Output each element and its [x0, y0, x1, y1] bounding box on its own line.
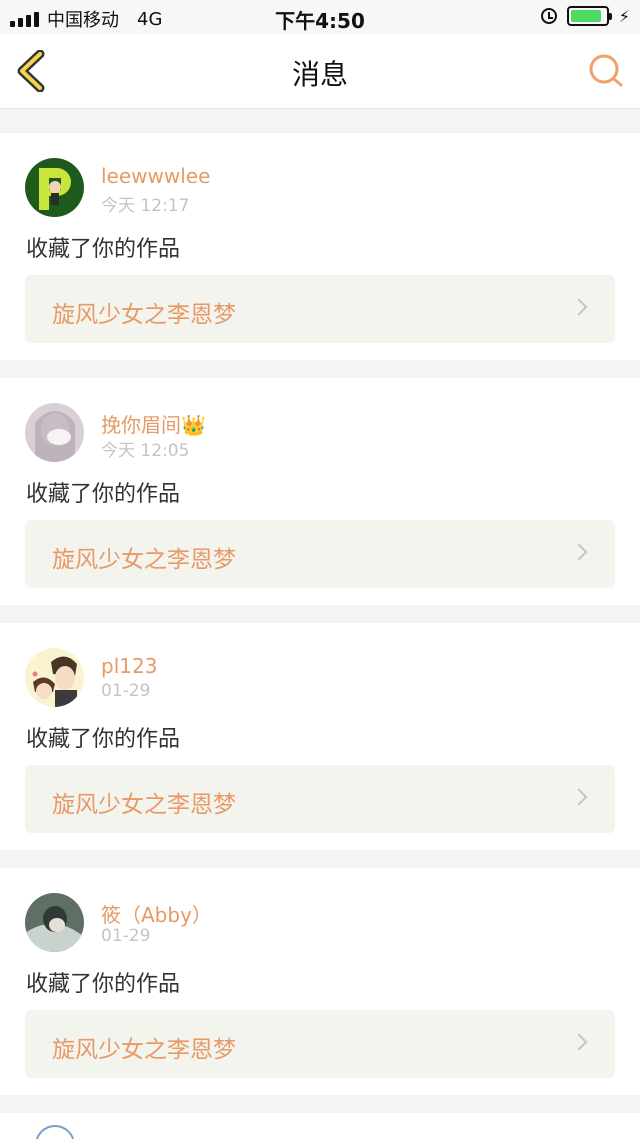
username[interactable]: 筱（Abby） [101, 899, 212, 928]
work-link[interactable]: 旋风少女之李恩梦 [25, 1010, 615, 1078]
avatar[interactable] [25, 158, 84, 217]
avatar[interactable] [25, 403, 84, 462]
username[interactable]: pl123 [101, 654, 157, 678]
timestamp: 01-29 [101, 681, 151, 701]
search-button[interactable] [586, 50, 626, 90]
action-text: 收藏了你的作品 [26, 482, 181, 507]
work-title: 旋风少女之李恩梦 [52, 547, 236, 573]
action-text: 收藏了你的作品 [26, 237, 181, 262]
message-card: 挽你眉间👑 今天 12:05 收藏了你的作品 旋风少女之李恩梦 [0, 378, 640, 605]
work-link[interactable]: 旋风少女之李恩梦 [25, 275, 615, 343]
message-list: leewwwlee 今天 12:17 收藏了你的作品 旋风少女之李恩梦 挽你眉间… [0, 133, 640, 1139]
message-card: leewwwlee 今天 12:17 收藏了你的作品 旋风少女之李恩梦 [0, 133, 640, 360]
action-text: 收藏了你的作品 [26, 727, 181, 752]
timestamp: 今天 12:17 [101, 196, 190, 216]
work-title: 旋风少女之李恩梦 [52, 792, 236, 818]
message-card: pl123 01-29 收藏了你的作品 旋风少女之李恩梦 [0, 623, 640, 850]
work-title: 旋风少女之李恩梦 [52, 1037, 236, 1063]
avatar[interactable] [25, 648, 84, 707]
chevron-right-icon [570, 543, 588, 561]
search-icon [589, 54, 623, 87]
alarm-clock-icon [540, 8, 557, 24]
avatar[interactable] [35, 1125, 75, 1139]
timestamp: 今天 12:05 [101, 441, 190, 461]
chevron-right-icon [570, 298, 588, 316]
nav-bar: 消息 [0, 34, 640, 109]
username[interactable]: 挽你眉间👑 [101, 409, 206, 438]
chevron-right-icon [570, 1033, 588, 1051]
page-title: 消息 [291, 58, 348, 91]
battery-level [570, 10, 602, 22]
username[interactable]: leewwwlee [101, 164, 210, 188]
chevron-right-icon [570, 788, 588, 806]
action-text: 收藏了你的作品 [26, 972, 181, 997]
status-bar: 中国移动 4G 下午4:50 ⚡ [0, 0, 640, 34]
work-link[interactable]: 旋风少女之李恩梦 [25, 765, 615, 833]
work-link[interactable]: 旋风少女之李恩梦 [25, 520, 615, 588]
message-card: 筱（Abby） 01-29 收藏了你的作品 旋风少女之李恩梦 [0, 868, 640, 1095]
battery-icon [566, 6, 612, 26]
work-title: 旋风少女之李恩梦 [52, 302, 236, 328]
bolt-icon: ⚡ [618, 6, 630, 26]
avatar[interactable] [25, 893, 84, 952]
message-card-partial [0, 1113, 640, 1139]
timestamp: 01-29 [101, 926, 151, 946]
status-right: ⚡ [540, 6, 630, 26]
